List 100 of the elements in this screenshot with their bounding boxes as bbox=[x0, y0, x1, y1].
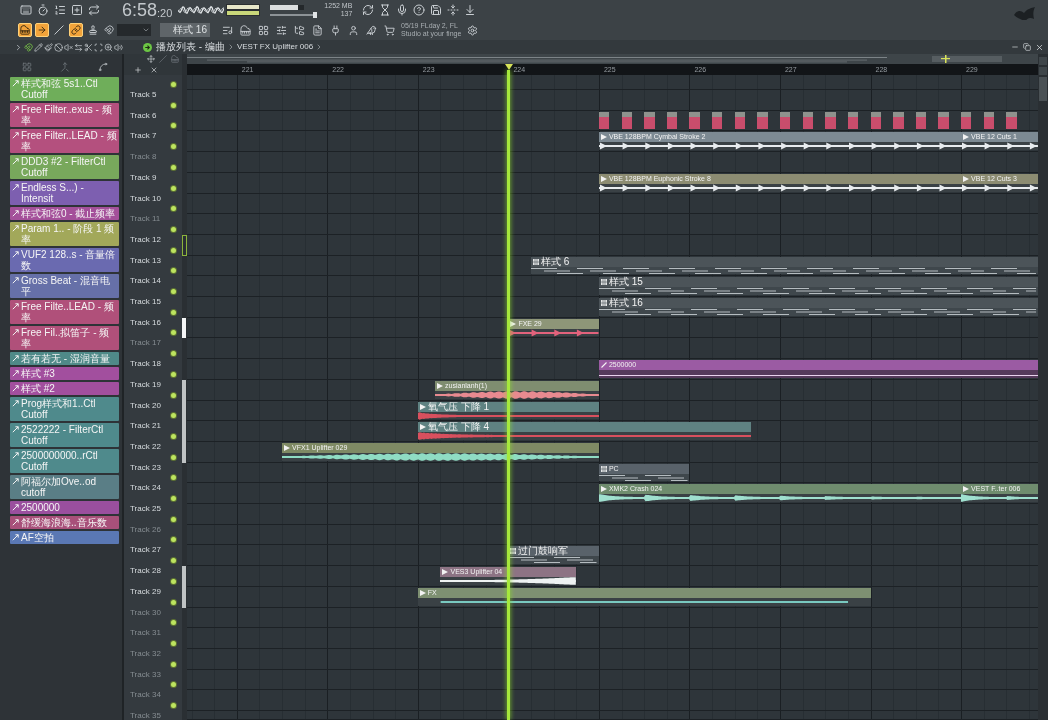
mute-toggle[interactable] bbox=[171, 268, 176, 273]
master-pitch-slider[interactable] bbox=[270, 13, 317, 16]
timer-icon[interactable] bbox=[37, 4, 49, 16]
sliders-icon[interactable] bbox=[276, 24, 287, 36]
mute-toggle[interactable] bbox=[171, 455, 176, 460]
mic-icon[interactable] bbox=[396, 4, 409, 16]
mute-toggle[interactable] bbox=[171, 289, 176, 294]
mute-toggle[interactable] bbox=[171, 103, 176, 108]
plug-icon[interactable] bbox=[330, 24, 341, 36]
pattern-list-item[interactable]: AF空拍 bbox=[10, 531, 119, 544]
restore-button[interactable] bbox=[1022, 42, 1032, 52]
mute-toggle[interactable] bbox=[171, 475, 176, 480]
save-icon[interactable] bbox=[430, 4, 443, 16]
mute-toggle[interactable] bbox=[171, 579, 176, 584]
toggle-button[interactable] bbox=[52, 23, 66, 37]
mute-toggle[interactable] bbox=[171, 248, 176, 253]
merge-icon[interactable] bbox=[60, 61, 70, 72]
move-icon[interactable] bbox=[147, 55, 155, 63]
curve-icon[interactable] bbox=[98, 61, 108, 72]
audio-clip[interactable]: 氧气压 下降 1 bbox=[417, 402, 599, 419]
numbered-list-icon[interactable] bbox=[54, 4, 66, 16]
pattern-block[interactable] bbox=[983, 112, 995, 129]
pattern-clip[interactable]: 样式 6 bbox=[531, 257, 1038, 274]
pattern-list-item[interactable]: Prog样式和1..Ctl Cutoff bbox=[10, 397, 119, 421]
arrow-circle-icon[interactable] bbox=[143, 42, 152, 52]
breadcrumb-item[interactable]: VEST FX Uplifter 006 bbox=[236, 42, 314, 52]
pattern-list-item[interactable]: 阿福尔加Ove..od cutoff bbox=[10, 475, 119, 499]
scan-icon[interactable] bbox=[94, 42, 103, 52]
pattern-block[interactable] bbox=[621, 112, 632, 129]
pattern-list-item[interactable]: Free Fil..拟笛子 - 频率 bbox=[10, 326, 119, 350]
zoom-icon[interactable] bbox=[104, 42, 113, 52]
mute-toggle[interactable] bbox=[171, 82, 176, 87]
mute-toggle[interactable] bbox=[171, 165, 176, 170]
music-list-icon[interactable] bbox=[222, 24, 233, 36]
pattern-list-item[interactable]: Endless S...) - Intensit bbox=[10, 181, 119, 205]
mute-toggle[interactable] bbox=[171, 600, 176, 605]
ban-icon[interactable] bbox=[54, 42, 63, 52]
pattern-list-item[interactable]: 2522222 - FilterCtl Cutoff bbox=[10, 423, 119, 447]
magnet-icon[interactable] bbox=[24, 42, 33, 52]
mute-toggle[interactable] bbox=[171, 351, 176, 356]
pattern-clip[interactable]: 过门鼓响军 bbox=[508, 546, 599, 564]
bird-icon[interactable] bbox=[366, 24, 377, 36]
scissors-icon[interactable] bbox=[84, 42, 93, 52]
pencil-icon[interactable] bbox=[34, 42, 43, 52]
hourglass-icon[interactable] bbox=[379, 4, 392, 16]
pattern-block[interactable] bbox=[734, 112, 746, 129]
cross-icon[interactable] bbox=[150, 65, 158, 74]
pattern-block[interactable] bbox=[870, 112, 881, 129]
pattern-block[interactable] bbox=[802, 112, 813, 129]
document-icon[interactable] bbox=[312, 24, 323, 36]
pattern-block[interactable] bbox=[712, 112, 723, 129]
mute-toggle[interactable] bbox=[171, 413, 176, 418]
mute-toggle[interactable] bbox=[171, 517, 176, 522]
mute-toggle[interactable] bbox=[171, 662, 176, 667]
help-icon[interactable] bbox=[413, 4, 426, 16]
toggle-button[interactable] bbox=[69, 23, 83, 37]
mute-icon[interactable] bbox=[64, 42, 73, 52]
mute-toggle[interactable] bbox=[171, 123, 176, 128]
magnet-icon[interactable] bbox=[104, 25, 114, 35]
close-button[interactable] bbox=[1034, 42, 1044, 52]
loop-icon[interactable] bbox=[88, 4, 100, 16]
arrows-icon[interactable] bbox=[74, 42, 83, 52]
master-volume-slider[interactable] bbox=[270, 4, 305, 10]
pattern-list-item[interactable]: Param 1.. - 阶段 1 频率 bbox=[10, 222, 119, 246]
pattern-list-item[interactable]: Free Filter..exus - 频率 bbox=[10, 103, 119, 127]
plus-icon[interactable] bbox=[134, 65, 142, 74]
pattern-list-item[interactable]: 样式和弦0 - 截止频率 bbox=[10, 207, 119, 220]
pattern-list-item[interactable]: VUF2 128..s - 音量倍数 bbox=[10, 248, 119, 272]
toggle-button[interactable] bbox=[86, 23, 100, 37]
pattern-block[interactable] bbox=[666, 112, 678, 129]
pattern-selector[interactable]: 样式 16 bbox=[160, 23, 210, 37]
pattern-clip[interactable]: 样式 15 bbox=[598, 277, 1038, 295]
chevron-icon[interactable] bbox=[14, 42, 23, 52]
brush-icon[interactable] bbox=[44, 42, 53, 52]
mute-toggle[interactable] bbox=[171, 558, 176, 563]
mute-toggle[interactable] bbox=[171, 227, 176, 232]
pattern-list-item[interactable]: 若有若无 - 湿润音量 bbox=[10, 352, 119, 365]
mute-toggle[interactable] bbox=[171, 144, 176, 149]
pattern-block[interactable] bbox=[598, 112, 610, 129]
fold-icon[interactable] bbox=[447, 4, 460, 16]
playhead[interactable] bbox=[507, 70, 511, 720]
settings-icon[interactable] bbox=[467, 24, 479, 36]
pattern-list-item[interactable]: Free Filte..LEAD - 频率 bbox=[10, 300, 119, 324]
pattern-clip[interactable]: 样式 16 bbox=[598, 298, 1038, 316]
pattern-list-item[interactable]: 舒缓海浪海..音乐数 bbox=[10, 516, 119, 529]
speaker-icon[interactable] bbox=[114, 42, 123, 52]
square-plus-icon[interactable] bbox=[71, 4, 83, 16]
audio-clip[interactable]: 氧气压 下降 4 bbox=[417, 422, 751, 440]
keyboard-icon[interactable] bbox=[20, 4, 32, 16]
mute-toggle[interactable] bbox=[171, 620, 176, 625]
pattern-block[interactable] bbox=[847, 112, 859, 129]
mute-toggle[interactable] bbox=[171, 186, 176, 191]
pattern-list-item[interactable]: 2500000 bbox=[10, 501, 119, 514]
pattern-list-item[interactable]: DDD3 #2 - FilterCtl Cutoff bbox=[10, 155, 119, 179]
mute-toggle[interactable] bbox=[171, 310, 176, 315]
toggle-button[interactable] bbox=[35, 23, 49, 37]
mute-toggle[interactable] bbox=[171, 434, 176, 439]
grid-icon[interactable] bbox=[258, 24, 269, 36]
pattern-list-item[interactable]: 样式 #2 bbox=[10, 382, 119, 395]
pattern-list-item[interactable]: Gross Beat - 混音电平 bbox=[10, 274, 119, 298]
